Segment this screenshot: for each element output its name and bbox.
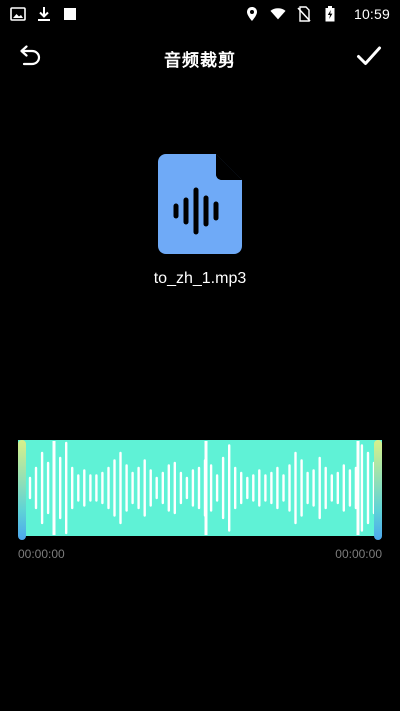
trim-start-handle[interactable]: [18, 440, 26, 540]
start-time-label: 00:00:00: [18, 547, 65, 561]
status-bar-left: [10, 6, 78, 22]
battery-charging-icon: [322, 6, 338, 22]
waveform-trimmer[interactable]: [18, 440, 382, 540]
trim-end-handle[interactable]: [374, 440, 382, 540]
status-bar-right: 10:59: [244, 6, 390, 22]
square-icon: [62, 6, 78, 22]
end-time-label: 00:00:00: [335, 547, 382, 561]
location-icon: [244, 6, 260, 22]
no-sim-icon: [296, 6, 312, 22]
audio-file-icon: [158, 154, 242, 254]
confirm-button[interactable]: [354, 44, 384, 72]
wifi-icon: [270, 6, 286, 22]
download-icon: [36, 6, 52, 22]
waveform: [28, 441, 376, 535]
status-time: 10:59: [353, 6, 390, 22]
status-bar: 10:59: [0, 0, 400, 28]
image-icon: [10, 6, 26, 22]
check-icon: [356, 45, 382, 72]
file-name: to_zh_1.mp3: [153, 270, 247, 287]
page-title: 音频裁剪: [164, 51, 236, 70]
top-app-bar: 音频裁剪: [0, 38, 400, 78]
